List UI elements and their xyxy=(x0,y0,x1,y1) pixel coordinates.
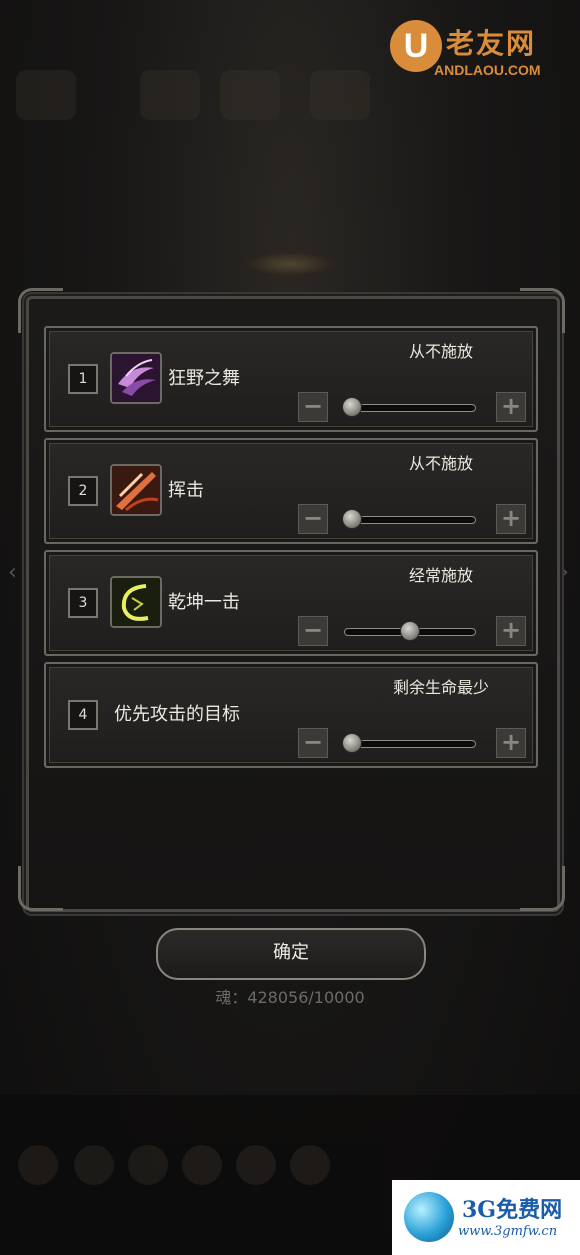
target-priority-row: 4 优先攻击的目标 剩余生命最少 − + xyxy=(44,662,538,768)
watermark-bottom-name: 3G免费网 xyxy=(462,1197,563,1223)
increase-button[interactable]: + xyxy=(496,616,526,646)
swing-strike-icon xyxy=(110,464,162,516)
background-element xyxy=(182,1145,222,1185)
background-element xyxy=(74,1145,114,1185)
frame-corner xyxy=(520,866,565,911)
increase-button[interactable]: + xyxy=(496,392,526,422)
increase-button[interactable]: + xyxy=(496,728,526,758)
increase-button[interactable]: + xyxy=(496,504,526,534)
title-ornament xyxy=(240,250,340,278)
background-element xyxy=(140,70,200,120)
cast-frequency-slider[interactable] xyxy=(344,404,476,412)
frame-corner xyxy=(18,866,63,911)
cast-setting-label: 从不施放 xyxy=(408,454,473,473)
right-arrow-icon: › xyxy=(560,560,569,585)
background-element xyxy=(220,70,280,120)
cast-setting-label: 经常施放 xyxy=(408,566,473,585)
slider-handle[interactable] xyxy=(400,621,420,641)
target-priority-slider[interactable] xyxy=(344,740,476,748)
left-arrow-icon: ‹ xyxy=(8,560,17,585)
decrease-button[interactable]: − xyxy=(298,504,328,534)
slider-handle[interactable] xyxy=(342,397,362,417)
watermark-bottom: 3G免费网 www.3gmfw.cn xyxy=(392,1180,580,1255)
watermark-domain: ANDLAOU.COM xyxy=(434,62,541,78)
background-element xyxy=(236,1145,276,1185)
target-setting-label: 剩余生命最少 xyxy=(392,678,489,697)
slider-handle[interactable] xyxy=(342,509,362,529)
skill-row: 2 挥击 从不施放 − + xyxy=(44,438,538,544)
decrease-button[interactable]: − xyxy=(298,728,328,758)
watermark-name: 老友网 xyxy=(446,27,537,60)
skill-name: 狂野之舞 xyxy=(168,368,240,389)
decrease-button[interactable]: − xyxy=(298,616,328,646)
slider-handle[interactable] xyxy=(342,733,362,753)
background-element xyxy=(290,1145,330,1185)
row-number: 4 xyxy=(68,700,98,730)
watermark-bottom-domain: www.3gmfw.cn xyxy=(458,1224,558,1239)
skill-row: 3 乾坤一击 经常施放 − + xyxy=(44,550,538,656)
qiankun-strike-icon xyxy=(110,576,162,628)
skill-name: 挥击 xyxy=(168,480,204,501)
cast-setting-label: 从不施放 xyxy=(408,342,473,361)
background-element xyxy=(128,1145,168,1185)
row-number: 3 xyxy=(68,588,98,618)
decrease-button[interactable]: − xyxy=(298,392,328,422)
row-number: 2 xyxy=(68,476,98,506)
row-number: 1 xyxy=(68,364,98,394)
background-element xyxy=(18,1145,58,1185)
skill-row: 1 狂野之舞 从不施放 − + xyxy=(44,326,538,432)
skill-name: 优先攻击的目标 xyxy=(114,704,240,725)
watermark-logo: U 老友网 ANDLAOU.COM xyxy=(386,18,562,82)
confirm-button[interactable]: 确定 xyxy=(156,928,426,980)
cast-frequency-slider[interactable] xyxy=(344,516,476,524)
soul-counter: 魂：428056/10000 xyxy=(215,988,365,1007)
background-element xyxy=(310,70,370,120)
globe-icon xyxy=(404,1192,454,1242)
wild-dance-icon xyxy=(110,352,162,404)
skill-name: 乾坤一击 xyxy=(168,592,240,613)
background-element xyxy=(16,70,76,120)
